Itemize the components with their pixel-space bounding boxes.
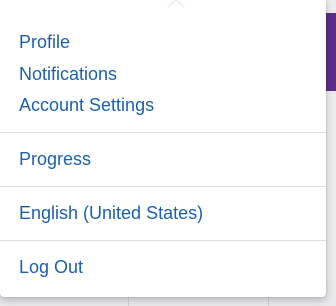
menu-divider xyxy=(0,132,326,133)
menu-divider xyxy=(0,240,326,241)
menu-item-profile[interactable]: Profile xyxy=(19,31,70,53)
menu-item-progress[interactable]: Progress xyxy=(19,148,91,170)
menu-item-language[interactable]: English (United States) xyxy=(19,202,203,224)
menu-item-account-settings[interactable]: Account Settings xyxy=(19,94,154,116)
menu-item-notifications[interactable]: Notifications xyxy=(19,63,117,85)
menu-divider xyxy=(0,186,326,187)
menu-item-log-out[interactable]: Log Out xyxy=(19,256,83,278)
user-dropdown-menu: Profile Notifications Account Settings P… xyxy=(0,0,326,297)
